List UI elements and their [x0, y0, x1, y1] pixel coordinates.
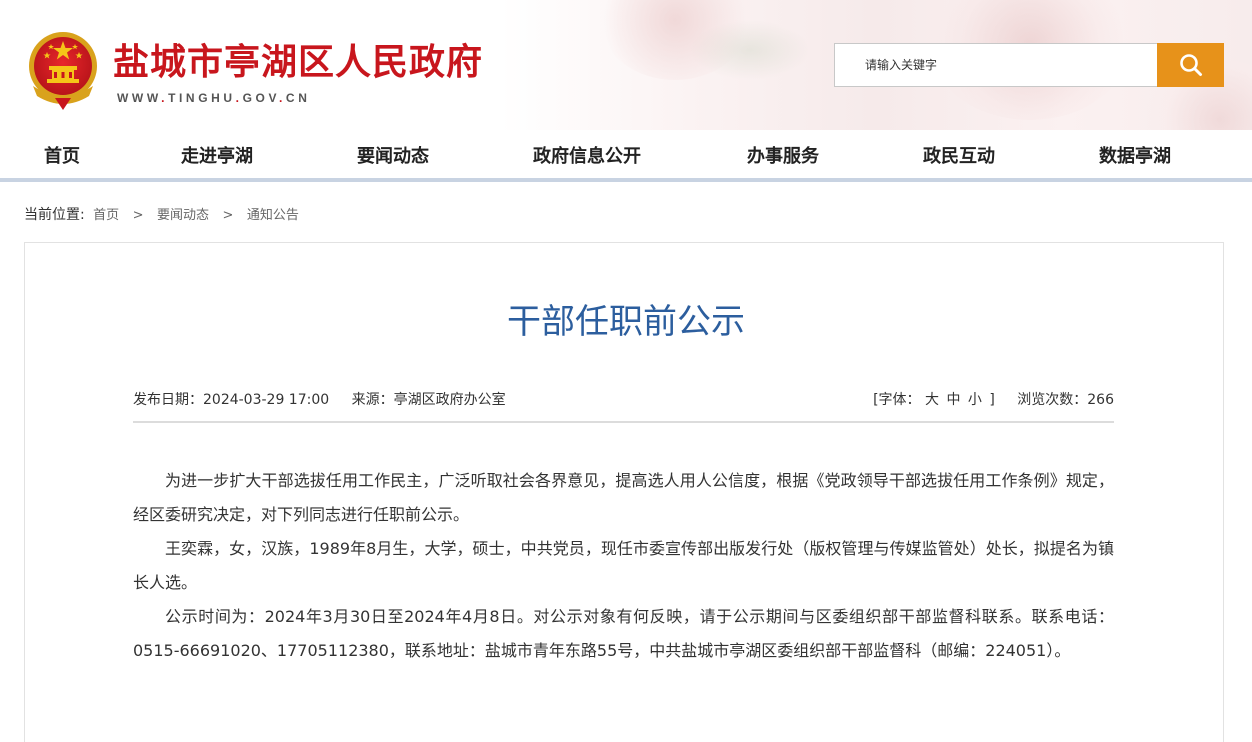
- article-paragraph: 为进一步扩大干部选拔任用工作民主，广泛听取社会各界意见，提高选人用人公信度，根据…: [133, 471, 1114, 524]
- search-button[interactable]: [1157, 43, 1224, 87]
- article-meta: 发布日期：2024-03-29 17:00 来源：亭湖区政府办公室 [字体： 大…: [133, 389, 1114, 411]
- publish-date: 发布日期：2024-03-29 17:00: [133, 392, 330, 408]
- site-header: 盐城市亭湖区人民政府 WWW.TINGHU.GOV.CN 请输入关键字: [0, 0, 1252, 130]
- search-input[interactable]: 请输入关键字: [834, 43, 1158, 87]
- article-body: 为进一步扩大干部选拔任用工作民主，广泛听取社会各界意见，提高选人用人公信度，根据…: [133, 464, 1114, 668]
- breadcrumb-prefix: 当前位置:: [24, 207, 85, 223]
- breadcrumb-separator: >: [132, 208, 144, 223]
- leaf-decoration: [690, 20, 810, 80]
- nav-item-news[interactable]: 要闻动态: [357, 142, 429, 168]
- nav-item-about-tinghu[interactable]: 走进亭湖: [181, 142, 253, 168]
- nav-item-data[interactable]: 数据亭湖: [1099, 142, 1171, 168]
- view-count: 浏览次数：266: [1017, 392, 1114, 408]
- nav-item-home[interactable]: 首页: [44, 142, 80, 168]
- search-icon: [1179, 54, 1202, 76]
- main-nav: 首页 走进亭湖 要闻动态 政府信息公开 办事服务 政民互动 数据亭湖: [0, 128, 1252, 178]
- meta-divider: [133, 421, 1114, 423]
- breadcrumb: 当前位置: 首页 > 要闻动态 > 通知公告: [24, 204, 299, 224]
- breadcrumb-notices[interactable]: 通知公告: [247, 208, 299, 223]
- nav-underline: [0, 178, 1252, 182]
- font-size-label: [字体：: [873, 392, 921, 408]
- article-source: 来源：亭湖区政府办公室: [351, 392, 506, 408]
- national-emblem-icon: [29, 32, 97, 110]
- article-title: 干部任职前公示: [507, 302, 745, 342]
- site-title: 盐城市亭湖区人民政府: [113, 41, 484, 83]
- article-paragraph: 王奕霖，女，汉族，1989年8月生，大学，硕士，中共党员，现任市委宣传部出版发行…: [133, 539, 1114, 592]
- nav-item-services[interactable]: 办事服务: [747, 142, 819, 168]
- font-size-large[interactable]: 大: [925, 392, 939, 408]
- nav-item-info-disclosure[interactable]: 政府信息公开: [533, 142, 641, 168]
- breadcrumb-news[interactable]: 要闻动态: [157, 208, 209, 223]
- font-size-small[interactable]: 小: [968, 392, 982, 408]
- nav-item-interaction[interactable]: 政民互动: [923, 142, 995, 168]
- font-size-medium[interactable]: 中: [946, 392, 960, 408]
- article-paragraph: 公示时间为：2024年3月30日至2024年4月8日。对公示对象有何反映，请于公…: [133, 607, 1114, 660]
- site-url: WWW.TINGHU.GOV.CN: [117, 91, 311, 105]
- breadcrumb-separator: >: [222, 208, 234, 223]
- font-size-label-end: ]: [989, 392, 995, 408]
- breadcrumb-home[interactable]: 首页: [93, 208, 119, 223]
